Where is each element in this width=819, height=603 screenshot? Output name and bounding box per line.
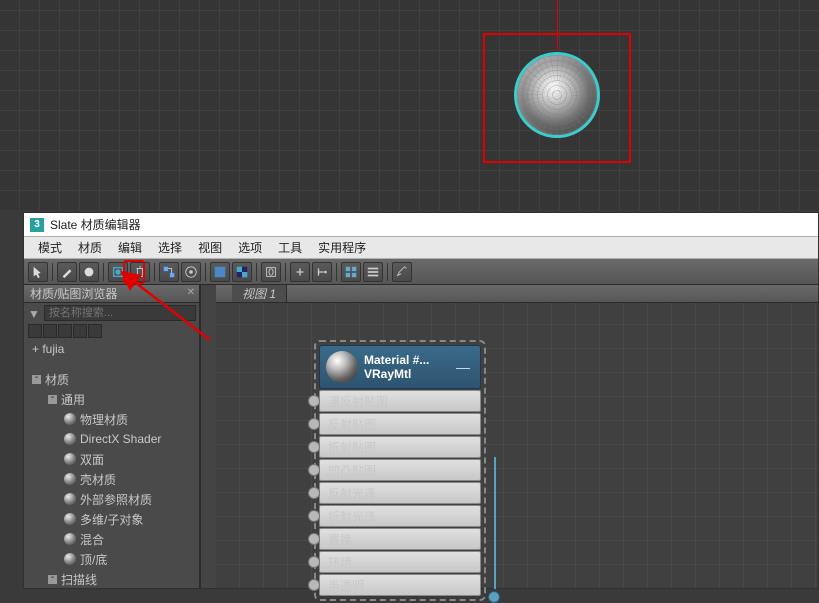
menu-select[interactable]: 选择 (150, 237, 190, 258)
delete-tool[interactable] (130, 262, 150, 282)
close-icon[interactable]: ✕ (187, 287, 195, 298)
slot-refl-gloss[interactable]: 反射光泽 (319, 482, 481, 504)
output-connection (494, 457, 496, 589)
filter-btn-4[interactable] (73, 324, 87, 338)
group-general[interactable]: -通用 (24, 389, 199, 409)
select-tree[interactable] (290, 262, 310, 282)
titlebar: 3 Slate 材质编辑器 (24, 213, 818, 237)
menu-tools[interactable]: 工具 (270, 237, 310, 258)
material-preview-icon (326, 351, 358, 383)
slot-bump[interactable]: 凹凸贴图 (319, 459, 481, 481)
browser-tab: 材质/贴图浏览器 ✕ (24, 285, 199, 303)
group-fujia[interactable]: + fujia (24, 339, 199, 359)
filter-btn-2[interactable] (43, 324, 57, 338)
browser-scrollbar[interactable] (200, 285, 216, 588)
node-header[interactable]: Material #... VRayMtl — (319, 345, 481, 389)
mat-shell[interactable]: 壳材质 (24, 469, 199, 489)
menu-mode[interactable]: 模式 (30, 237, 70, 258)
node-title: Material #... (364, 353, 446, 367)
mat-doublesided[interactable]: 双面 (24, 449, 199, 469)
mat-directx[interactable]: DirectX Shader (24, 429, 199, 449)
select-children[interactable] (312, 262, 332, 282)
app-icon: 3 (30, 218, 44, 232)
slot-diffuse[interactable]: 漫反射贴图 (319, 390, 481, 412)
menu-options[interactable]: 选项 (230, 237, 270, 258)
output-port[interactable] (488, 591, 500, 603)
group-materials[interactable]: -材质 (24, 369, 199, 389)
toolbar: 0 (24, 259, 818, 285)
lock-tool[interactable] (392, 262, 412, 282)
menu-view[interactable]: 视图 (190, 237, 230, 258)
apply-to-selection[interactable] (79, 262, 99, 282)
show-map[interactable] (210, 262, 230, 282)
filter-row (24, 323, 199, 339)
viewport-background (0, 0, 819, 210)
search-dropdown-icon[interactable]: ▼ (28, 307, 40, 319)
menu-utilities[interactable]: 实用程序 (310, 237, 374, 258)
slot-displace[interactable]: 置换 (319, 528, 481, 550)
menu-edit[interactable]: 编辑 (110, 237, 150, 258)
node-canvas[interactable]: Material #... VRayMtl — 漫反射贴图 反射贴图 折射贴图 … (216, 303, 818, 588)
zero-icon[interactable]: 0 (261, 262, 281, 282)
svg-text:0: 0 (268, 266, 274, 278)
node-type: VRayMtl (364, 367, 446, 381)
mat-xref[interactable]: 外部参照材质 (24, 489, 199, 509)
grid-view[interactable] (341, 262, 361, 282)
sphere-object[interactable] (514, 52, 600, 138)
list-view[interactable] (363, 262, 383, 282)
slot-reflect[interactable]: 反射贴图 (319, 413, 481, 435)
pick-tool[interactable] (57, 262, 77, 282)
move-children[interactable] (159, 262, 179, 282)
assign-material[interactable] (108, 262, 128, 282)
search-input[interactable] (44, 305, 196, 321)
material-browser-panel: 材质/贴图浏览器 ✕ ▼ + fujia -材质 -通用 物理材质 Direc (24, 285, 200, 588)
window-title: Slate 材质编辑器 (50, 216, 141, 233)
menubar: 模式 材质 编辑 选择 视图 选项 工具 实用程序 (24, 237, 818, 259)
slot-refract[interactable]: 折射贴图 (319, 436, 481, 458)
group-scanline[interactable]: -扫描线 (24, 569, 199, 588)
slot-translucent[interactable]: 半透明 (319, 574, 481, 596)
mat-blend[interactable]: 混合 (24, 529, 199, 549)
slate-material-editor-window: 3 Slate 材质编辑器 模式 材质 编辑 选择 视图 选项 工具 实用程序 … (23, 212, 819, 589)
mat-multisub[interactable]: 多维/子对象 (24, 509, 199, 529)
material-node[interactable]: Material #... VRayMtl — 漫反射贴图 反射贴图 折射贴图 … (314, 340, 486, 601)
filter-btn-1[interactable] (28, 324, 42, 338)
show-checker[interactable] (232, 262, 252, 282)
filter-btn-5[interactable] (88, 324, 102, 338)
material-tree: + fujia -材质 -通用 物理材质 DirectX Shader 双面 壳… (24, 339, 199, 588)
menu-material[interactable]: 材质 (70, 237, 110, 258)
minimize-icon[interactable]: — (452, 359, 474, 375)
slot-environ[interactable]: 环境 (319, 551, 481, 573)
layout-all[interactable] (181, 262, 201, 282)
filter-btn-3[interactable] (58, 324, 72, 338)
node-view-area: 视图 1 Material #... VRayMtl — 漫反射贴图 (216, 285, 818, 588)
slot-refr-gloss[interactable]: 折射光泽 (319, 505, 481, 527)
view-tab-1[interactable]: 视图 1 (232, 285, 287, 302)
mat-topbottom[interactable]: 顶/底 (24, 549, 199, 569)
mat-physical[interactable]: 物理材质 (24, 409, 199, 429)
pointer-tool[interactable] (28, 262, 48, 282)
